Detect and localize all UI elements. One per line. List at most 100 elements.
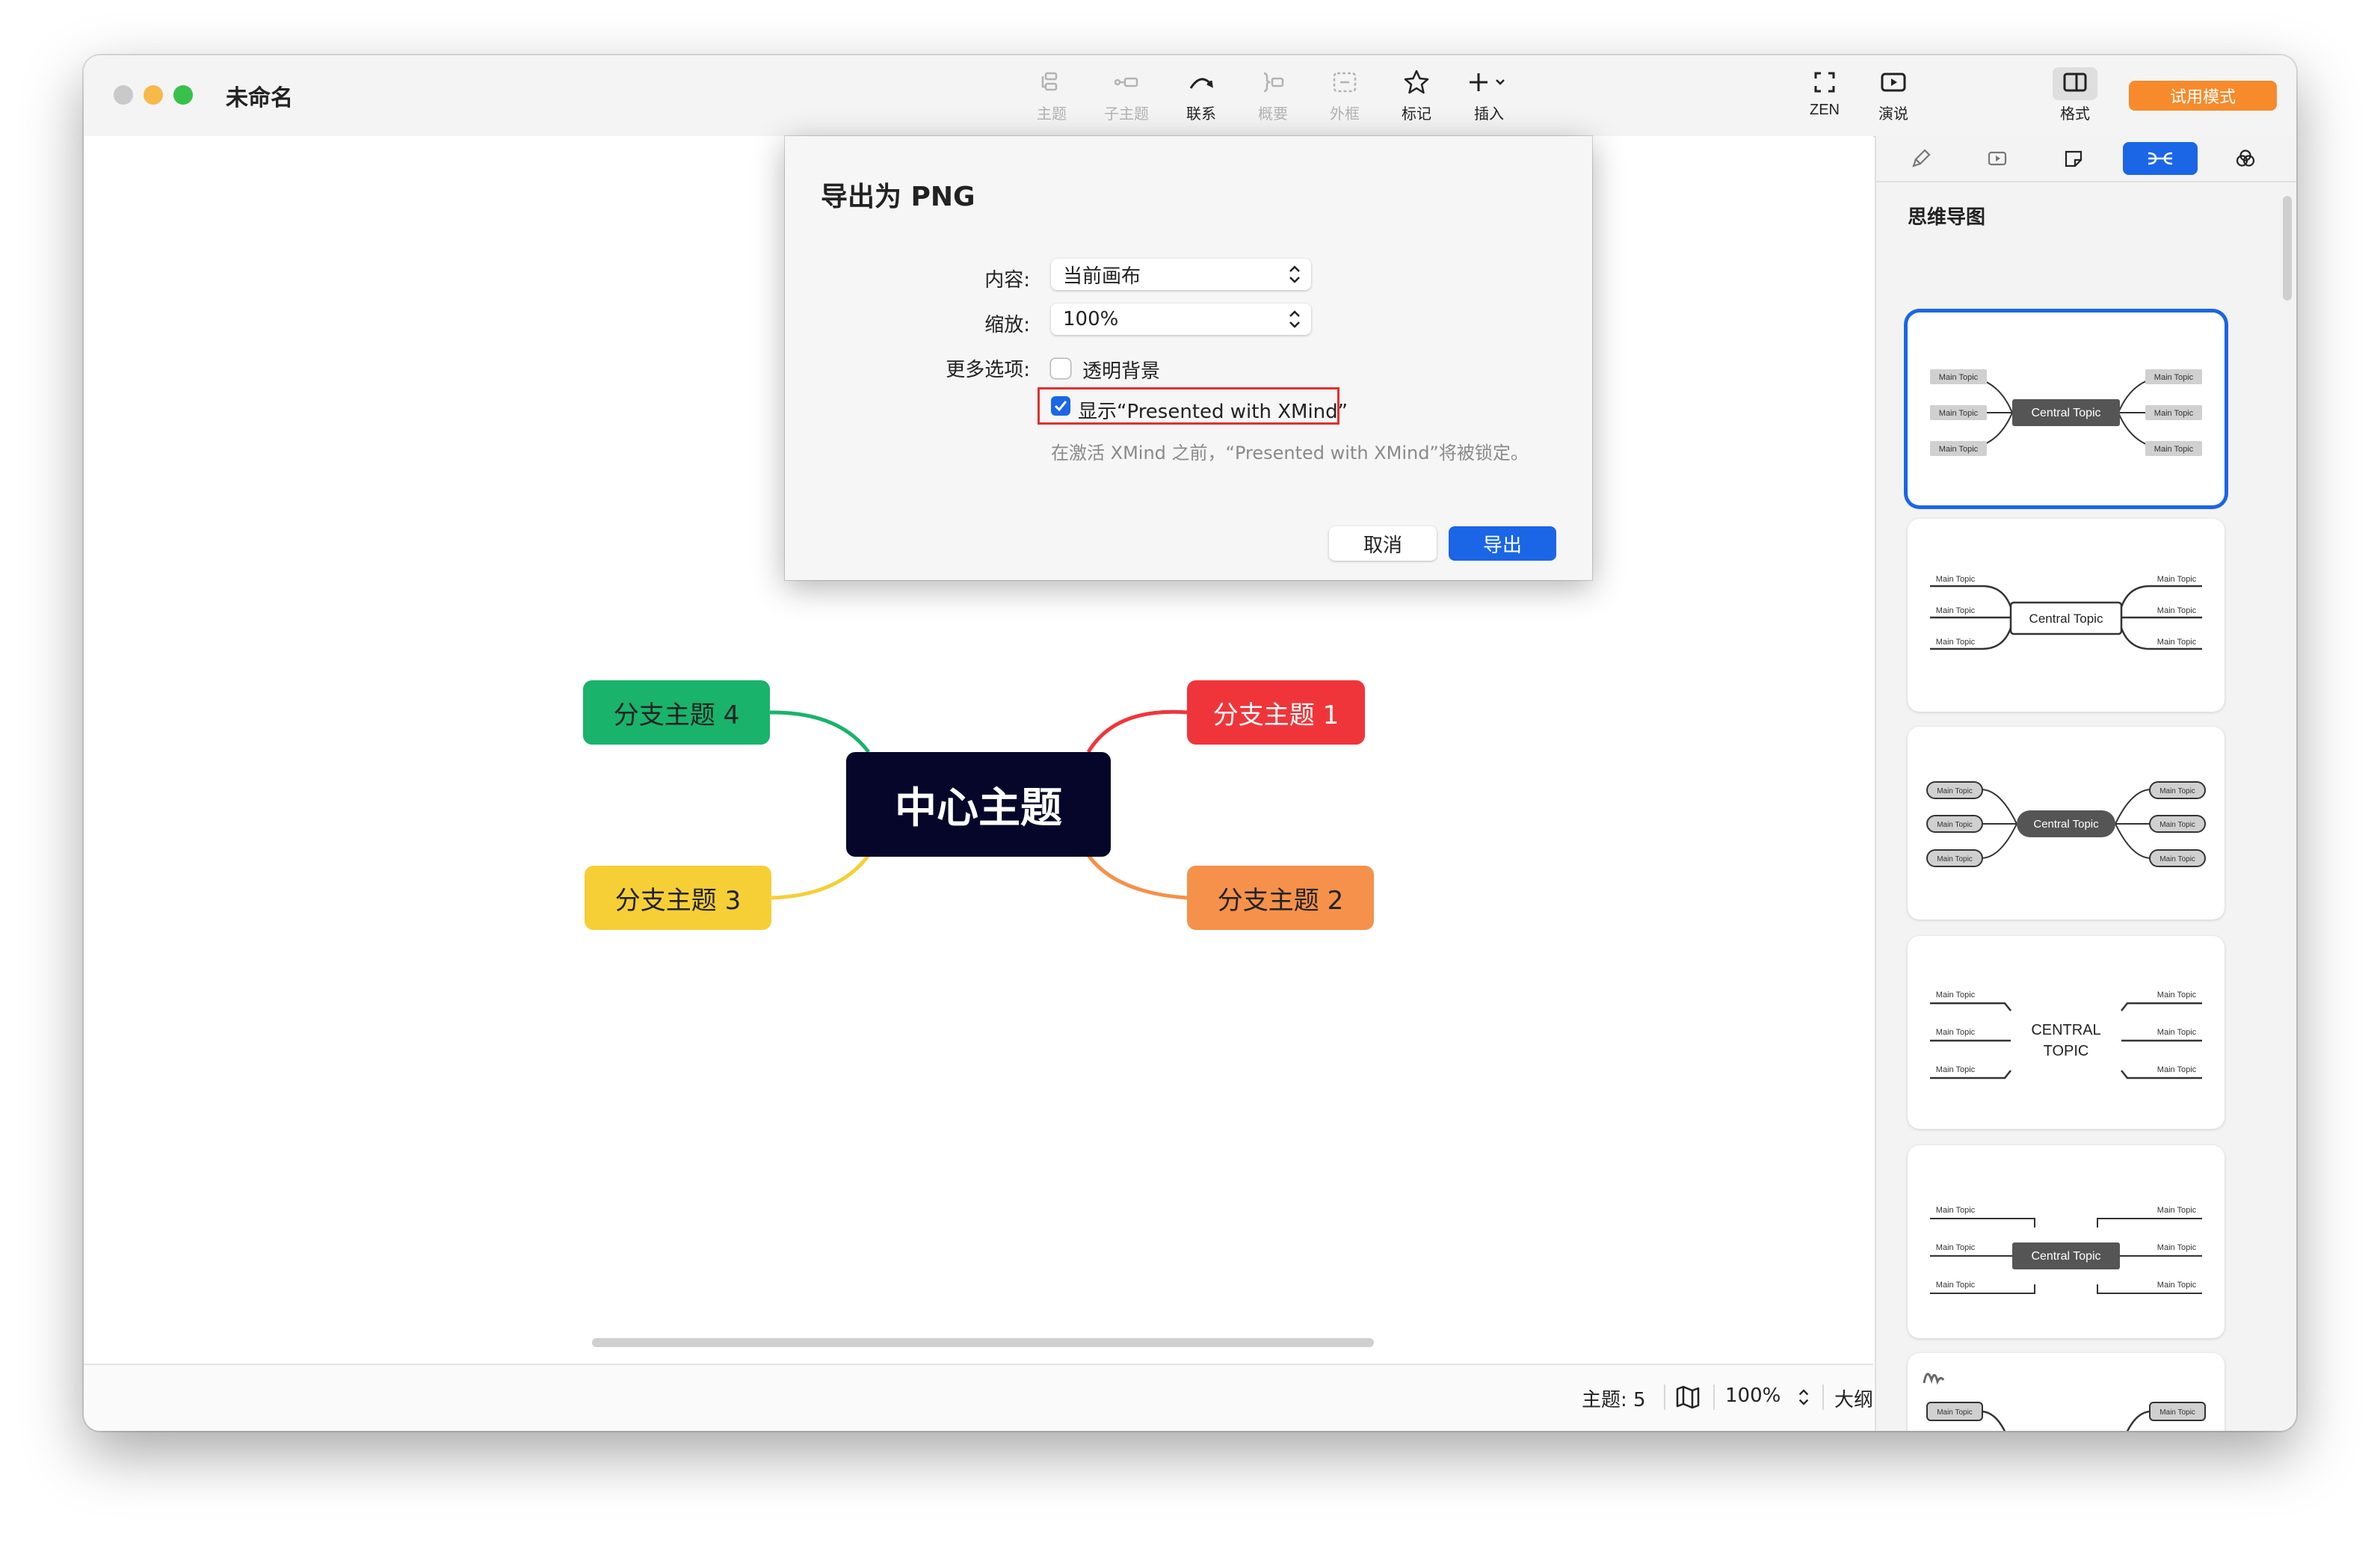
toolbar-summary-label: 概要 [1258, 105, 1288, 123]
format-panel-button[interactable]: 格式 [2049, 67, 2101, 127]
svg-text:Main Topic: Main Topic [2157, 1065, 2197, 1074]
svg-text:Main Topic: Main Topic [1936, 991, 1976, 1000]
toolbar-subtopic-button[interactable]: 子主题 [1093, 67, 1160, 127]
sidebar-scrollbar[interactable] [2283, 196, 2292, 301]
status-divider [1664, 1385, 1665, 1410]
structure-card-hand-drawn[interactable]: Main Topic Main Topic Main Topic Main Topi… [1908, 1353, 2225, 1431]
content-label: 内容: [984, 269, 1030, 292]
svg-text:Main Topic: Main Topic [1936, 638, 1976, 647]
toolbar-boundary-label: 外框 [1330, 105, 1360, 123]
zen-mode-label: ZEN [1810, 102, 1840, 118]
svg-text:Main Topic: Main Topic [1937, 787, 1973, 795]
more-options-label: 更多选项: [946, 359, 1030, 381]
svg-text:Main Topic: Main Topic [2157, 1206, 2197, 1215]
structure-preview: Main Topic Main Topic Main Topic Main Topi… [1930, 991, 2202, 1080]
theme-icon [2236, 150, 2255, 167]
svg-text:Main Topic: Main Topic [1936, 1065, 1976, 1074]
svg-text:Main Topic: Main Topic [2159, 821, 2195, 829]
scale-select[interactable]: 100% [1051, 304, 1311, 335]
structure-preview: Main TopicMain Topic Main TopicMain Topi… [1923, 1373, 2206, 1431]
svg-text:Main Topic: Main Topic [2154, 409, 2194, 418]
topic-count: 主题: 5 [1582, 1389, 1646, 1411]
up-down-chevron-icon [1289, 310, 1300, 328]
zoom-stepper-icon[interactable] [1797, 1386, 1810, 1408]
branch-topic-3[interactable]: 分支主题 3 [585, 866, 771, 930]
branch-topic-1[interactable]: 分支主题 1 [1187, 680, 1365, 745]
toolbar-relationship-label: 联系 [1186, 105, 1216, 123]
structure-card-tree-map[interactable]: Main Topic Main Topic Main Topic Main Topi… [1908, 1145, 2225, 1338]
horizontal-scrollbar[interactable] [592, 1338, 1374, 1347]
connector-branch-3 [771, 854, 871, 900]
content-select-value: 当前画布 [1063, 265, 1141, 288]
mindmap-canvas[interactable]: 中心主题 分支主题 1 分支主题 2 分支主题 3 分支主题 4 导出为 PNG… [84, 136, 1873, 1364]
toolbar-insert-button[interactable]: 插入 [1459, 67, 1519, 127]
central-topic[interactable]: 中心主题 [846, 752, 1111, 857]
branch-topic-4[interactable]: 分支主题 4 [583, 680, 770, 745]
sticker-icon [2065, 150, 2082, 167]
tab-sticker[interactable] [2044, 142, 2103, 175]
checkmark-icon [1054, 401, 1067, 412]
plus-icon [1470, 73, 1505, 91]
svg-text:Main Topic: Main Topic [1936, 1243, 1976, 1252]
svg-text:Central Topic: Central Topic [2033, 818, 2099, 831]
outline-button[interactable]: 大纲 [1834, 1385, 1873, 1412]
svg-text:TOPIC: TOPIC [2044, 1043, 2089, 1059]
structure-preview: Main Topic Main Topic Main Topic Main Topi… [1926, 781, 2206, 867]
export-button[interactable]: 导出 [1449, 526, 1556, 561]
map-view-icon[interactable] [1674, 1385, 1701, 1410]
tab-slides[interactable] [1967, 142, 2027, 175]
toolbar-boundary-button[interactable]: 外框 [1319, 67, 1371, 127]
zoom-level[interactable]: 100% [1725, 1385, 1781, 1407]
subtopic-icon [1114, 77, 1138, 87]
scale-select-value: 100% [1063, 308, 1119, 330]
structure-preview: Main Topic Main Topic Main Topic Main Topi… [1930, 575, 2202, 650]
toolbar-summary-button[interactable]: 概要 [1247, 67, 1299, 127]
tab-structure[interactable] [2123, 142, 2198, 175]
trial-mode-button[interactable]: 试用模式 [2129, 81, 2277, 111]
structure-icon [2148, 152, 2173, 165]
toolbar-subtopic-label: 子主题 [1104, 105, 1149, 123]
toolbar-topic-button[interactable]: 主题 [1026, 67, 1078, 127]
svg-text:Main Topic: Main Topic [2159, 787, 2195, 795]
cancel-button[interactable]: 取消 [1329, 526, 1437, 561]
watermark-checkbox[interactable] [1051, 396, 1070, 416]
structure-card-mindmap-outline[interactable]: Main Topic Main Topic Main Topic Main Topi… [1908, 519, 2225, 712]
structure-card-mindmap-gray[interactable]: Main Topic Main Topic Main Topic Main Topi… [1908, 312, 2225, 505]
structure-preview: Main Topic Main Topic Main Topic Main Topi… [1930, 369, 2202, 456]
fullscreen-icon [1814, 72, 1835, 93]
tab-style[interactable] [1891, 142, 1951, 175]
play-icon [1988, 151, 2007, 166]
content-select[interactable]: 当前画布 [1051, 259, 1311, 290]
svg-text:Main Topic: Main Topic [2157, 1281, 2197, 1290]
watermark-label: 显示“Presented with XMind” [1078, 401, 1348, 423]
svg-text:Main Topic: Main Topic [1937, 855, 1973, 863]
toolbar-insert-label: 插入 [1474, 105, 1504, 123]
svg-text:Main Topic: Main Topic [1937, 1408, 1973, 1417]
sidebar-toggle-icon [2063, 73, 2087, 92]
toolbar-marker-button[interactable]: 标记 [1390, 67, 1443, 127]
star-icon [1404, 70, 1429, 94]
svg-text:Main Topic: Main Topic [2157, 606, 2197, 615]
tab-theme[interactable] [2216, 142, 2275, 175]
presentation-button[interactable]: 演说 [1867, 67, 1920, 127]
close-window-button[interactable] [114, 85, 133, 105]
svg-text:Main Topic: Main Topic [1936, 1281, 1976, 1290]
brush-icon [1912, 149, 1931, 167]
maximize-window-button[interactable] [173, 85, 193, 105]
svg-text:Main Topic: Main Topic [2157, 638, 2197, 647]
transparent-background-checkbox[interactable] [1051, 359, 1070, 378]
branch-topic-2[interactable]: 分支主题 2 [1187, 866, 1374, 930]
structure-card-brace-map[interactable]: Main Topic Main Topic Main Topic Main Topi… [1908, 936, 2225, 1129]
minimize-window-button[interactable] [144, 85, 163, 105]
svg-text:Main Topic: Main Topic [1939, 373, 1979, 382]
svg-text:Main Topic: Main Topic [2157, 1028, 2197, 1037]
toolbar-topic-label: 主题 [1037, 105, 1067, 123]
structure-card-mindmap-rounded[interactable]: Main Topic Main Topic Main Topic Main Topi… [1908, 727, 2225, 920]
svg-text:Main Topic: Main Topic [2157, 575, 2197, 584]
app-window: 未命名 主题 子主题 联系 概要 外框 标记 插入 ZEN 演说 格式 试用模式… [84, 55, 2296, 1431]
export-png-dialog: 导出为 PNG 内容: 当前画布 缩放: 100% 更多选项: 透明背景 显示“… [785, 136, 1592, 580]
svg-text:Main Topic: Main Topic [2159, 855, 2195, 863]
toolbar-relationship-button[interactable]: 联系 [1175, 67, 1227, 127]
zen-mode-button[interactable]: ZEN [1798, 67, 1851, 127]
svg-text:Central Topic: Central Topic [2031, 1250, 2100, 1263]
